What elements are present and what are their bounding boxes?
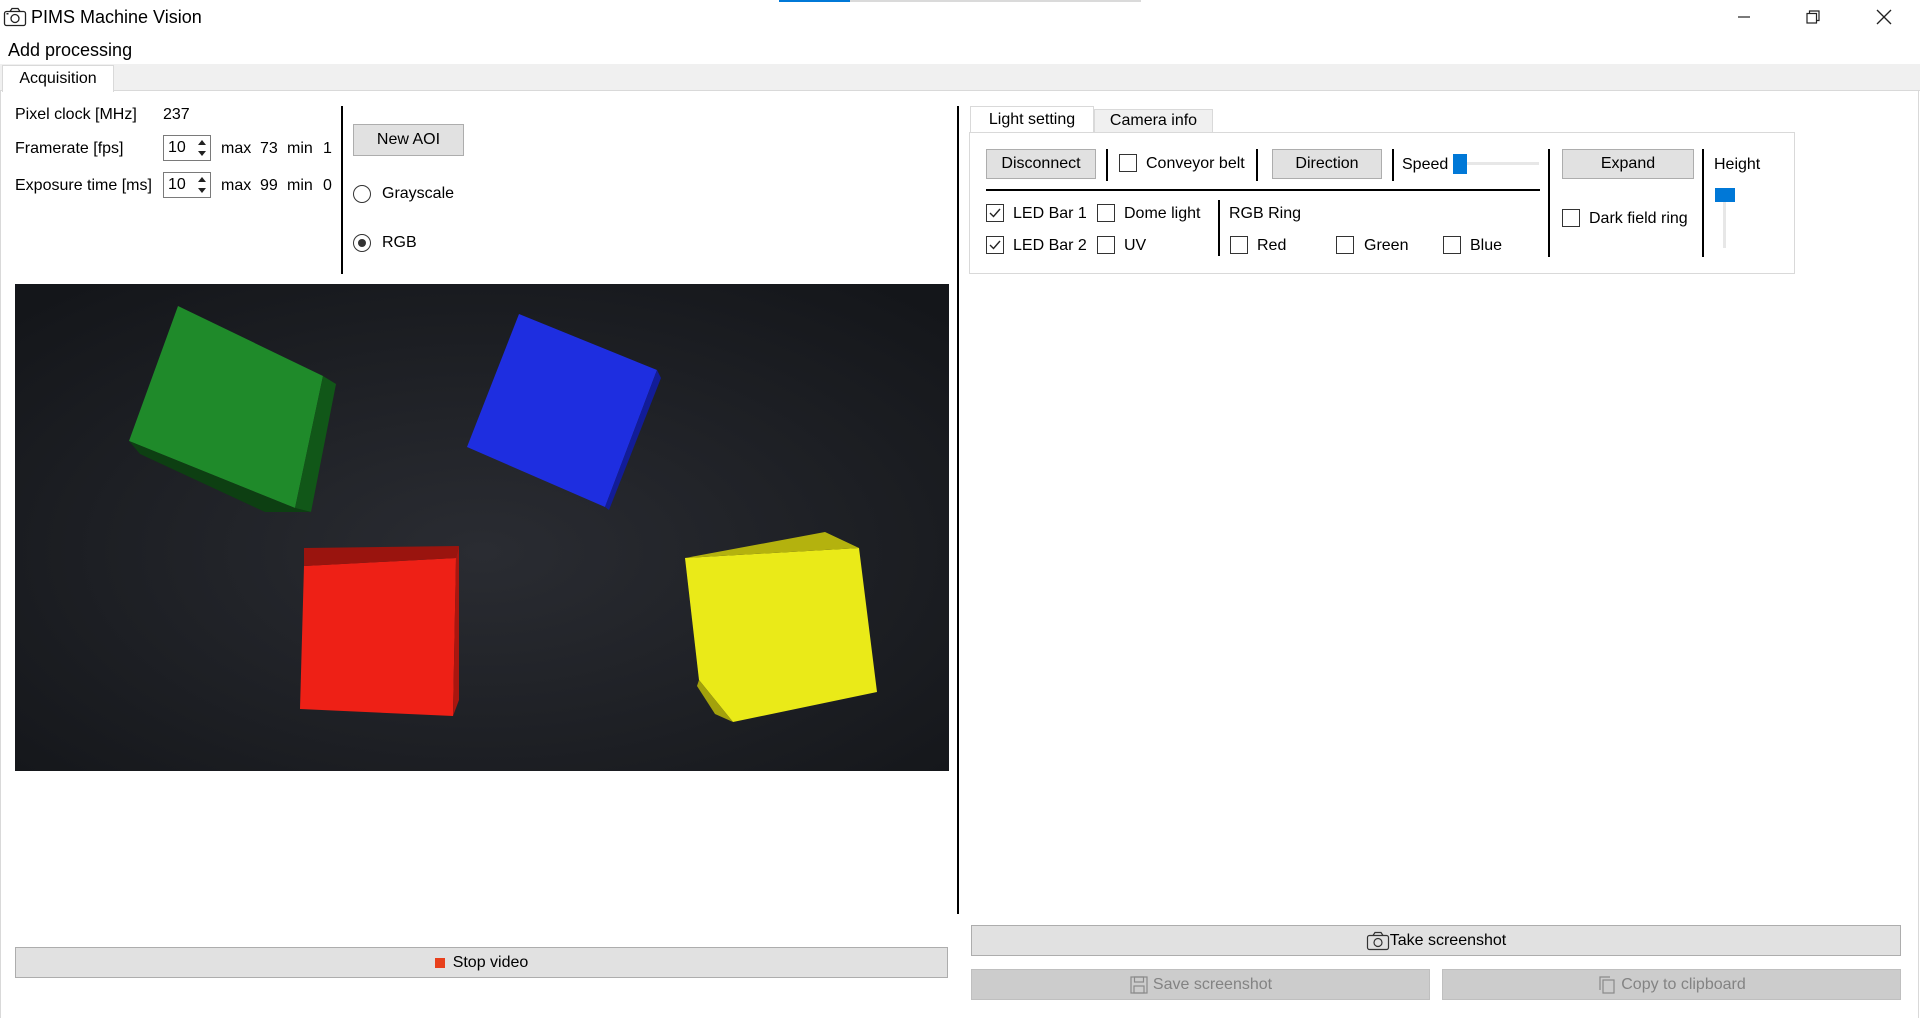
uv-label: UV (1124, 237, 1147, 254)
framerate-value: 10 (168, 139, 186, 156)
close-icon (1876, 9, 1892, 25)
green-checkbox[interactable] (1336, 236, 1354, 254)
camera-video-view (15, 284, 949, 771)
dark-field-ring-checkbox[interactable] (1562, 209, 1580, 227)
height-label: Height (1714, 156, 1761, 173)
spin-arrows-icon[interactable] (195, 137, 209, 159)
separator (986, 189, 1540, 191)
separator (1548, 149, 1550, 257)
exposure-label: Exposure time [ms] (15, 177, 152, 194)
restore-button[interactable] (1784, 0, 1842, 34)
uv-checkbox[interactable] (1097, 236, 1115, 254)
tab-strip-line (0, 90, 1920, 91)
separator (1256, 149, 1258, 181)
grayscale-radio[interactable] (353, 185, 371, 203)
close-button[interactable] (1855, 0, 1913, 34)
restore-icon (1806, 10, 1820, 24)
take-screenshot-label: Take screenshot (1389, 931, 1507, 949)
yellow-cube (685, 532, 877, 722)
framerate-min-label: min (287, 140, 313, 157)
copy-icon (1599, 975, 1615, 994)
separator (1702, 149, 1704, 257)
dark-field-ring-label: Dark field ring (1589, 210, 1688, 227)
dome-light-label: Dome light (1124, 205, 1201, 222)
red-checkbox[interactable] (1230, 236, 1248, 254)
exposure-spinbox[interactable]: 10 (163, 172, 211, 198)
framerate-max-value: 73 (260, 140, 278, 157)
speed-slider[interactable] (1453, 154, 1539, 174)
green-label: Green (1364, 237, 1409, 254)
save-icon (1130, 975, 1148, 994)
menu-bar (0, 36, 1920, 64)
stop-icon (434, 957, 445, 968)
conveyor-belt-checkbox[interactable] (1119, 154, 1137, 172)
framerate-min-value: 1 (323, 140, 332, 157)
expand-button[interactable]: Expand (1562, 149, 1694, 179)
rgb-ring-label: RGB Ring (1229, 205, 1302, 222)
separator (1392, 149, 1394, 181)
exposure-max-value: 99 (260, 177, 278, 194)
height-slider[interactable] (1715, 188, 1735, 248)
title-accent (779, 0, 850, 2)
exposure-value: 10 (168, 176, 186, 193)
minimize-icon (1738, 16, 1750, 18)
grayscale-label: Grayscale (382, 185, 455, 202)
conveyor-belt-label: Conveyor belt (1146, 155, 1245, 172)
led-bar-1-checkbox[interactable] (986, 204, 1004, 222)
speed-slider-thumb[interactable] (1453, 154, 1467, 174)
menu-add-processing[interactable]: Add processing (8, 40, 132, 61)
pane-border (1918, 90, 1919, 1018)
pixel-clock-label: Pixel clock [MHz] (15, 106, 137, 123)
dome-light-checkbox[interactable] (1097, 204, 1115, 222)
speed-label: Speed (1402, 156, 1449, 173)
tab-acquisition-label: Acquisition (19, 70, 97, 87)
title-bar (0, 0, 1920, 34)
tab-light-setting[interactable]: Light setting (970, 106, 1094, 132)
exposure-min-label: min (287, 177, 313, 194)
red-cube (300, 546, 459, 716)
pane-divider (957, 106, 959, 914)
disconnect-button[interactable]: Disconnect (986, 149, 1096, 179)
height-slider-thumb[interactable] (1715, 188, 1735, 202)
blue-label: Blue (1470, 237, 1503, 254)
framerate-max-label: max (221, 140, 252, 157)
tab-acquisition[interactable]: Acquisition (2, 65, 114, 92)
framerate-label: Framerate [fps] (15, 140, 124, 157)
exposure-min-value: 0 (323, 177, 332, 194)
led-bar-2-label: LED Bar 2 (1013, 237, 1087, 254)
red-label: Red (1257, 237, 1287, 254)
stop-video-label: Stop video (452, 953, 529, 971)
led-bar-2-checkbox[interactable] (986, 236, 1004, 254)
tab-camera-info-label: Camera info (1109, 112, 1198, 129)
new-aoi-button[interactable]: New AOI (353, 124, 464, 156)
framerate-spinbox[interactable]: 10 (163, 135, 211, 161)
separator (341, 106, 343, 274)
camera-icon (3, 6, 27, 28)
copy-to-clipboard-button[interactable]: Copy to clipboard (1442, 969, 1901, 1000)
minimize-button[interactable] (1715, 0, 1773, 34)
title-accent-track (850, 0, 1141, 2)
camera-icon (1366, 931, 1389, 950)
separator (1106, 149, 1108, 181)
camera-image (15, 284, 949, 771)
tab-light-setting-label: Light setting (988, 110, 1076, 128)
rgb-label: RGB (382, 234, 417, 251)
take-screenshot-button[interactable]: Take screenshot (971, 925, 1901, 956)
separator (1218, 200, 1220, 256)
copy-to-clipboard-label: Copy to clipboard (1621, 975, 1746, 993)
window-title: PIMS Machine Vision (31, 7, 202, 27)
led-bar-1-label: LED Bar 1 (1013, 205, 1087, 222)
pixel-clock-value: 237 (163, 106, 190, 123)
exposure-max-label: max (221, 177, 252, 194)
spin-arrows-icon[interactable] (195, 174, 209, 196)
blue-checkbox[interactable] (1443, 236, 1461, 254)
pane-border-left (0, 90, 1, 1018)
save-screenshot-label: Save screenshot (1152, 975, 1273, 993)
direction-button[interactable]: Direction (1272, 149, 1382, 179)
tab-camera-info[interactable]: Camera info (1094, 109, 1213, 132)
stop-video-button[interactable]: Stop video (15, 947, 948, 978)
save-screenshot-button[interactable]: Save screenshot (971, 969, 1430, 1000)
rgb-radio[interactable] (353, 234, 371, 252)
tab-strip (0, 64, 1920, 91)
